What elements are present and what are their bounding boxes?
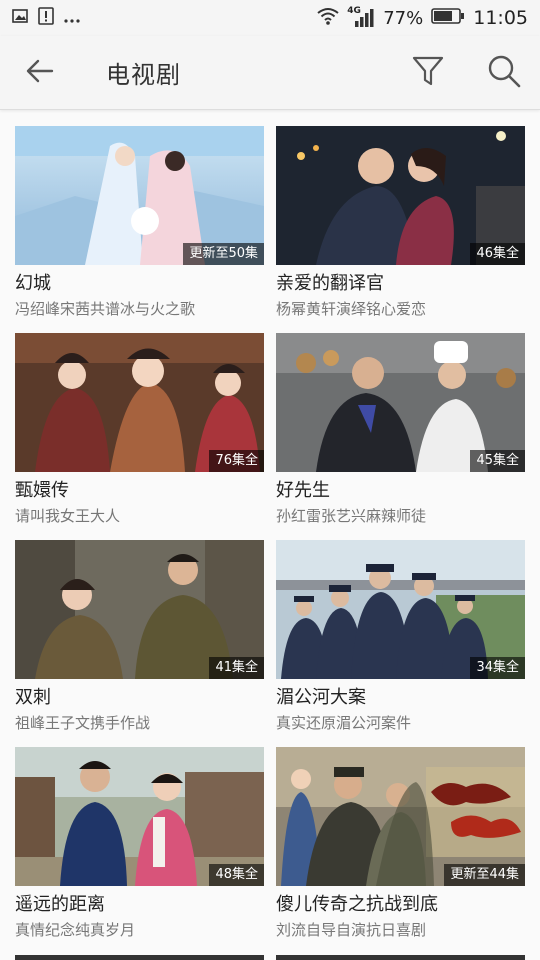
more-notifications-icon <box>64 8 80 29</box>
episode-badge: 更新至44集 <box>444 864 525 886</box>
show-subtitle: 冯绍峰宋茜共谱冰与火之歌 <box>15 300 196 318</box>
episode-badge: 46集全 <box>470 243 525 265</box>
show-card[interactable]: 46集全 亲爱的翻译官 杨幂黄轩演绎铭心爱恋 <box>276 126 525 333</box>
arrow-left-icon <box>26 59 54 87</box>
app-bar: 电视剧 <box>0 36 540 110</box>
show-poster: 更新至50集 <box>15 126 264 265</box>
show-title: 幻城 <box>15 273 51 294</box>
show-subtitle: 孙红雷张艺兴麻辣师徒 <box>276 507 427 525</box>
show-card[interactable]: 更新至44集 傻儿传奇之抗战到底 刘流自导自演抗日喜剧 <box>276 747 525 954</box>
show-title: 甄嬛传 <box>15 480 69 501</box>
show-card[interactable]: 34集全 湄公河大案 真实还原湄公河案件 <box>276 540 525 747</box>
show-subtitle: 请叫我女王大人 <box>15 507 121 525</box>
show-title: 湄公河大案 <box>276 687 366 708</box>
status-bar: 4G 77% 11:05 <box>0 0 540 36</box>
alert-notification-icon <box>38 6 54 30</box>
episode-badge: 45集全 <box>470 450 525 472</box>
show-title: 双刺 <box>15 687 51 708</box>
battery-percent: 77% <box>383 7 424 29</box>
show-title: 遥远的距离 <box>15 894 105 915</box>
wifi-icon <box>317 7 339 30</box>
search-icon <box>487 54 521 92</box>
show-poster: 76集全 <box>15 333 264 472</box>
episode-badge: 76集全 <box>209 450 264 472</box>
show-poster: 34集全 <box>276 540 525 679</box>
show-grid: 更新至50集 幻城 冯绍峰宋茜共谱冰与火之歌 46集全 亲爱的翻译官 杨幂黄轩演… <box>15 126 525 954</box>
filter-icon <box>411 54 445 92</box>
show-poster: 48集全 <box>15 747 264 886</box>
show-poster: 45集全 <box>276 333 525 472</box>
episode-badge: 48集全 <box>209 864 264 886</box>
filter-button[interactable] <box>410 55 446 91</box>
show-card[interactable]: 48集全 遥远的距离 真情纪念纯真岁月 <box>15 747 264 954</box>
episode-badge: 更新至50集 <box>183 243 264 265</box>
show-title: 亲爱的翻译官 <box>276 273 384 294</box>
show-subtitle: 杨幂黄轩演绎铭心爱恋 <box>276 300 427 318</box>
show-poster: 更新至44集 <box>276 747 525 886</box>
show-poster: 41集全 <box>15 540 264 679</box>
page-title: 电视剧 <box>106 61 181 89</box>
show-card[interactable]: 41集全 双刺 祖峰王子文携手作战 <box>15 540 264 747</box>
next-row-poster-peek <box>15 955 264 960</box>
show-subtitle: 祖峰王子文携手作战 <box>15 714 151 732</box>
show-poster: 46集全 <box>276 126 525 265</box>
show-subtitle: 真情纪念纯真岁月 <box>15 921 136 939</box>
image-notification-icon <box>12 8 28 29</box>
cellular-signal-icon: 4G <box>347 6 375 28</box>
clock: 11:05 <box>473 7 528 29</box>
next-row-poster-peek <box>276 955 525 960</box>
show-subtitle: 真实还原湄公河案件 <box>276 714 412 732</box>
battery-icon <box>431 7 465 29</box>
search-button[interactable] <box>486 55 522 91</box>
show-title: 好先生 <box>276 480 330 501</box>
show-subtitle: 刘流自导自演抗日喜剧 <box>276 921 427 939</box>
show-card[interactable]: 76集全 甄嬛传 请叫我女王大人 <box>15 333 264 540</box>
show-card[interactable]: 更新至50集 幻城 冯绍峰宋茜共谱冰与火之歌 <box>15 126 264 333</box>
show-title: 傻儿传奇之抗战到底 <box>276 894 438 915</box>
show-card[interactable]: 45集全 好先生 孙红雷张艺兴麻辣师徒 <box>276 333 525 540</box>
episode-badge: 34集全 <box>470 657 525 679</box>
episode-badge: 41集全 <box>209 657 264 679</box>
back-button[interactable] <box>20 53 60 93</box>
